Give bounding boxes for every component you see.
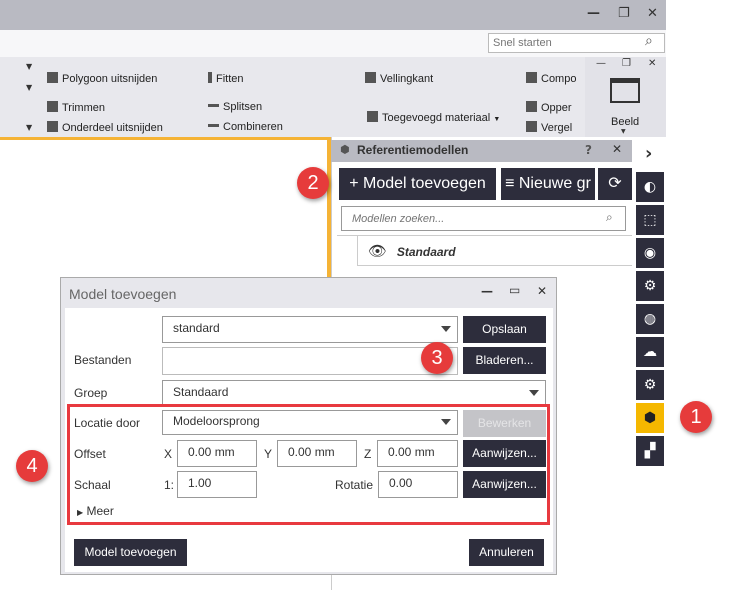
components-icon — [526, 72, 537, 83]
dropdown-arrow-icon[interactable]: ▼ — [26, 83, 32, 92]
help-button[interactable]: ? — [585, 143, 592, 157]
part-cut-button[interactable]: Onderdeel uitsnijden — [47, 121, 163, 134]
close-button[interactable]: ✕ — [647, 6, 658, 21]
restore-icon[interactable]: ❐ — [622, 58, 631, 69]
quick-search-input[interactable] — [488, 33, 665, 53]
window-view-icon[interactable] — [610, 78, 640, 103]
compare-button[interactable]: Vergel — [526, 121, 580, 134]
trim-button[interactable]: Trimmen — [47, 101, 105, 114]
minimize-icon[interactable]: — — [596, 58, 606, 69]
refresh-button[interactable]: ⟳ — [598, 168, 632, 200]
expand-chevron-icon[interactable]: › — [645, 143, 652, 164]
view-button-label[interactable]: Beeld — [611, 116, 639, 128]
chamfer-button[interactable]: Vellingkant — [365, 72, 433, 85]
dropdown-arrow-icon[interactable]: ▼ — [26, 62, 32, 71]
dialog-maximize-button[interactable]: ▭ — [509, 283, 520, 297]
close-icon[interactable]: ✕ — [648, 58, 656, 69]
callout-4: 4 — [16, 450, 48, 482]
dropdown-arrow-icon[interactable]: ▼ — [621, 128, 626, 135]
title-bar — [0, 0, 666, 30]
combine-button[interactable]: Combineren — [208, 121, 283, 133]
minimize-button[interactable]: — — [587, 6, 600, 21]
search-icon: ⌕ — [606, 210, 613, 224]
search-icon[interactable]: ⌕ — [645, 33, 653, 49]
bounding-box-icon[interactable]: ⬚ — [636, 205, 664, 235]
highlight-box — [67, 404, 550, 525]
viewport-border — [0, 137, 331, 140]
surface-button[interactable]: Opper — [526, 101, 580, 114]
model-search-input[interactable] — [341, 206, 626, 231]
background — [666, 0, 729, 590]
dialog-add-model-button[interactable]: Model toevoegen — [74, 539, 187, 566]
fit-button[interactable]: Fitten — [208, 72, 244, 85]
split-button[interactable]: Splitsen — [208, 101, 262, 113]
added-material-button[interactable]: Toegevoegd materiaal ▼ — [367, 111, 500, 124]
polygon-cut-icon — [47, 72, 58, 83]
group-label: Groep — [74, 386, 108, 400]
trim-icon — [47, 101, 58, 112]
cancel-button[interactable]: Annuleren — [469, 539, 544, 566]
globe-icon[interactable]: ◍ — [636, 304, 664, 334]
files-label: Bestanden — [74, 353, 132, 367]
group-select[interactable]: Standaard — [162, 380, 546, 407]
dialog-minimize-button[interactable]: — — [481, 284, 493, 298]
new-group-button[interactable]: ≡ Nieuwe gr — [501, 168, 595, 200]
combine-icon — [208, 124, 219, 127]
browse-button[interactable]: Bladeren... — [463, 347, 546, 374]
panel-close-button[interactable]: ✕ — [612, 142, 622, 156]
cloud-icon[interactable]: ☁ — [636, 337, 664, 367]
compare-icon — [526, 121, 537, 132]
sync-icon[interactable]: ◐ — [636, 172, 664, 202]
shapes-icon[interactable]: ▞ — [636, 436, 664, 466]
preset-select[interactable]: standard — [162, 316, 458, 343]
callout-3: 3 — [421, 342, 453, 374]
files-input[interactable] — [162, 347, 458, 375]
dialog-title: Model toevoegen — [69, 286, 177, 302]
fit-icon — [208, 72, 212, 83]
restore-button[interactable]: ❐ — [618, 6, 630, 21]
add-model-button[interactable]: + Model toevoegen — [339, 168, 496, 200]
split-icon — [208, 104, 219, 107]
eye-icon[interactable]: ◉ — [636, 238, 664, 268]
dialog-close-button[interactable]: ✕ — [537, 284, 547, 298]
surface-icon — [526, 101, 537, 112]
eye-icon[interactable]: 👁 — [368, 242, 387, 260]
callout-1: 1 — [680, 401, 712, 433]
chamfer-icon — [365, 72, 376, 83]
settings-query-icon[interactable]: ⚙ — [636, 271, 664, 301]
panel-title: Referentiemodellen — [357, 143, 469, 157]
polygon-cut-button[interactable]: Polygoon uitsnijden — [47, 72, 157, 85]
part-cut-icon — [47, 121, 58, 132]
gear-icon[interactable]: ⚙ — [636, 370, 664, 400]
components-button[interactable]: Compo — [526, 72, 580, 85]
cube-icon: ⬢ — [340, 143, 350, 156]
cube-icon[interactable]: ⬢ — [636, 403, 664, 433]
callout-2: 2 — [297, 167, 329, 199]
save-button[interactable]: Opslaan — [463, 316, 546, 343]
tree-item-standaard[interactable]: 👁 Standaard — [357, 236, 632, 266]
dropdown-arrow-icon[interactable]: ▼ — [26, 123, 32, 132]
added-material-icon — [367, 111, 378, 122]
refresh-icon: ⟳ — [608, 175, 622, 192]
